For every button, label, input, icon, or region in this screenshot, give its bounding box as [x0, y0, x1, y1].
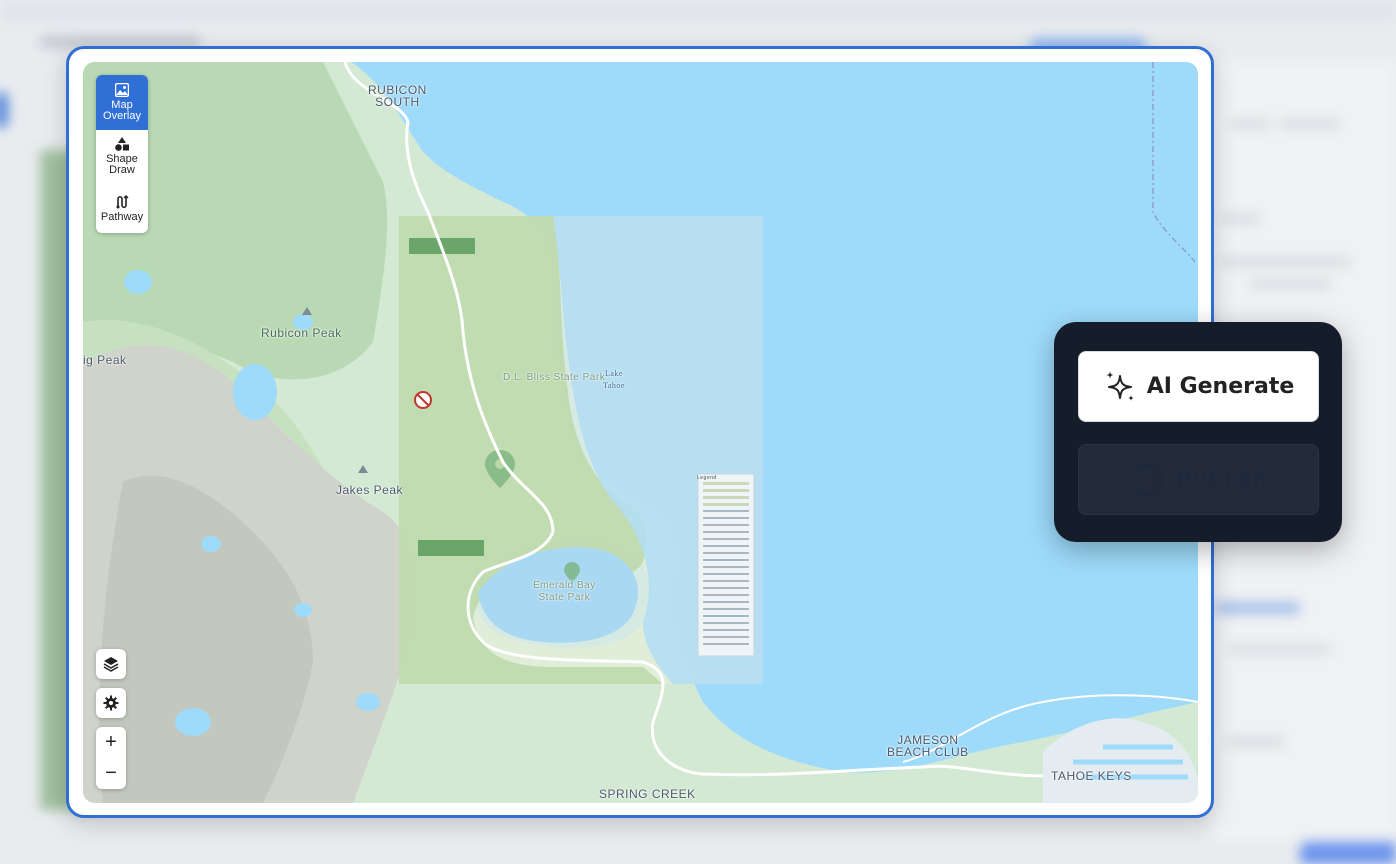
- legend-swatch: [703, 622, 749, 624]
- legend-swatch: [703, 636, 749, 638]
- legend-swatch: [703, 496, 749, 499]
- legend-swatch: [703, 503, 749, 506]
- ai-generate-label: AI Generate: [1146, 374, 1295, 399]
- map-label-dl-bliss: D.L. Bliss State Park: [503, 372, 606, 383]
- tool-label: Overlay: [103, 110, 141, 122]
- legend-swatch: [703, 510, 749, 512]
- small-lake: [356, 693, 380, 711]
- ai-generate-button[interactable]: AI Generate: [1078, 351, 1319, 422]
- small-lake: [124, 270, 152, 294]
- legend-swatch: [703, 643, 749, 645]
- background-line: [1220, 215, 1260, 223]
- layers-icon: [103, 657, 119, 672]
- map-label-tahoe-keys: TAHOE KEYS: [1051, 769, 1132, 783]
- sparkles-icon: [1105, 370, 1134, 401]
- map-label-jameson: JAMESON BEACH CLUB: [887, 733, 969, 759]
- overlay-label-box: [418, 540, 484, 556]
- publish-button[interactable]: Publish: [1078, 444, 1319, 515]
- legend-swatch: [703, 538, 749, 540]
- legend-swatch: [703, 587, 749, 589]
- zoom-controls: + −: [96, 727, 126, 789]
- gear-icon: [103, 695, 119, 711]
- background-header: [0, 0, 1396, 22]
- background-line: [1220, 258, 1350, 266]
- legend-swatch: [703, 566, 749, 568]
- legend-swatch: [703, 524, 749, 526]
- map-label-peak: ig Peak: [83, 353, 127, 367]
- legend-swatch: [703, 601, 749, 603]
- overlay-legend: [697, 473, 755, 657]
- background-primary-button: [1300, 842, 1396, 864]
- map-label-spring-creek: SPRING CREEK: [599, 787, 696, 801]
- legend-swatch: [703, 594, 749, 596]
- legend-swatch: [703, 580, 749, 582]
- background-line: [1280, 120, 1340, 128]
- map-label-emerald-bay: Emerald Bay State Park: [533, 580, 596, 603]
- route-icon: [116, 195, 129, 209]
- settings-button[interactable]: [96, 688, 126, 718]
- publish-label: Publish: [1175, 467, 1268, 492]
- legend-swatch: [703, 573, 749, 575]
- background-tab: [0, 92, 8, 128]
- legend-swatch: [703, 545, 749, 547]
- small-lake: [175, 708, 211, 736]
- map-canvas[interactable]: RUBICON SOUTH Rubicon Peak ig Peak Jakes…: [83, 62, 1198, 803]
- legend-swatch: [703, 629, 749, 631]
- layers-button[interactable]: [96, 649, 126, 679]
- map-label-rubicon-south: RUBICON SOUTH: [368, 83, 427, 109]
- basemap: [83, 62, 1198, 803]
- zoom-out-button[interactable]: −: [96, 758, 126, 789]
- tool-palette: Map Overlay Shape Draw Pathway: [96, 75, 148, 233]
- legend-swatch: [703, 531, 749, 533]
- map-label-rubicon-peak: Rubicon Peak: [261, 326, 342, 340]
- tool-map-overlay[interactable]: Map Overlay: [96, 75, 148, 130]
- background-line: [1230, 645, 1330, 653]
- tool-pathway[interactable]: Pathway: [96, 195, 148, 229]
- small-lake: [233, 364, 277, 420]
- small-lake: [294, 603, 312, 617]
- tool-label: Draw: [109, 164, 135, 176]
- tool-label: Pathway: [100, 211, 144, 223]
- tool-shape-draw[interactable]: Shape Draw: [96, 135, 148, 183]
- globe-icon: [1130, 463, 1164, 496]
- image-icon: [115, 83, 129, 97]
- background-line: [1230, 120, 1270, 128]
- legend-swatch: [703, 517, 749, 519]
- ai-action-panel: AI Generate Publish: [1054, 322, 1342, 542]
- small-lake: [201, 536, 221, 552]
- background-line: [1225, 738, 1285, 746]
- map-label-lake-tahoe: Lake Tahoe: [603, 369, 625, 390]
- legend-swatch: [703, 552, 749, 554]
- shapes-icon: [115, 137, 129, 151]
- legend-swatch: [703, 489, 749, 492]
- overlay-legend-title: Legend: [697, 475, 717, 481]
- zoom-in-button[interactable]: +: [96, 727, 126, 758]
- map-label-jakes-peak: Jakes Peak: [336, 483, 404, 497]
- legend-swatch: [703, 615, 749, 617]
- legend-swatch: [703, 559, 749, 561]
- background-progress: [1215, 602, 1300, 614]
- legend-swatch: [703, 608, 749, 610]
- background-line: [1250, 280, 1330, 288]
